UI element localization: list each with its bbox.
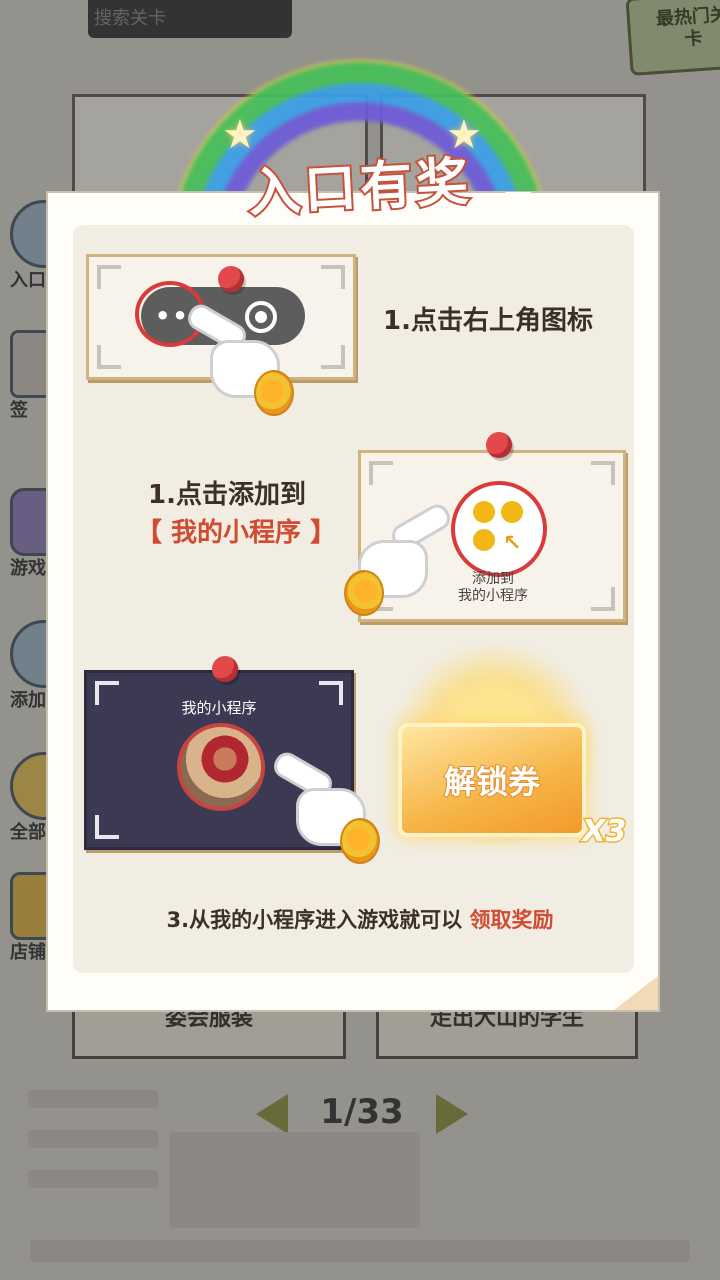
pushpin-icon xyxy=(218,266,244,292)
claim-reward-link[interactable]: 领取奖励 xyxy=(469,908,553,932)
step3-text-prefix: 3.从我的小程序进入游戏就可以 xyxy=(166,908,463,932)
step2-highlight: 【 我的小程序 】 xyxy=(136,518,337,548)
modal-title: 入口有奖 xyxy=(245,150,476,226)
pointing-hand-icon xyxy=(183,300,294,416)
close-circle-icon xyxy=(245,301,277,333)
page-fold-decoration xyxy=(614,976,658,1010)
my-miniprogram-title: 我的小程序 xyxy=(181,699,257,717)
add-to-label: 添加到 我的小程序 xyxy=(458,571,528,604)
pointing-hand-icon xyxy=(344,500,455,616)
ticket-label: 解锁券 xyxy=(443,762,541,802)
game-avatar-icon xyxy=(177,723,265,811)
unlock-ticket: 解锁券 xyxy=(398,723,586,837)
pointing-hand-icon xyxy=(269,748,380,864)
add-to-my-miniprogram-icon: ↖ xyxy=(451,481,547,577)
arrow-icon: ↖ xyxy=(503,531,522,556)
step3-text: 3.从我的小程序进入游戏就可以 领取奖励 xyxy=(0,904,720,934)
pushpin-icon xyxy=(212,656,238,682)
ticket-count: X3 xyxy=(577,813,630,851)
step2-text: 1.点击添加到 xyxy=(148,480,306,510)
step1-text: 1.点击右上角图标 xyxy=(383,306,593,336)
pushpin-icon xyxy=(486,432,512,458)
